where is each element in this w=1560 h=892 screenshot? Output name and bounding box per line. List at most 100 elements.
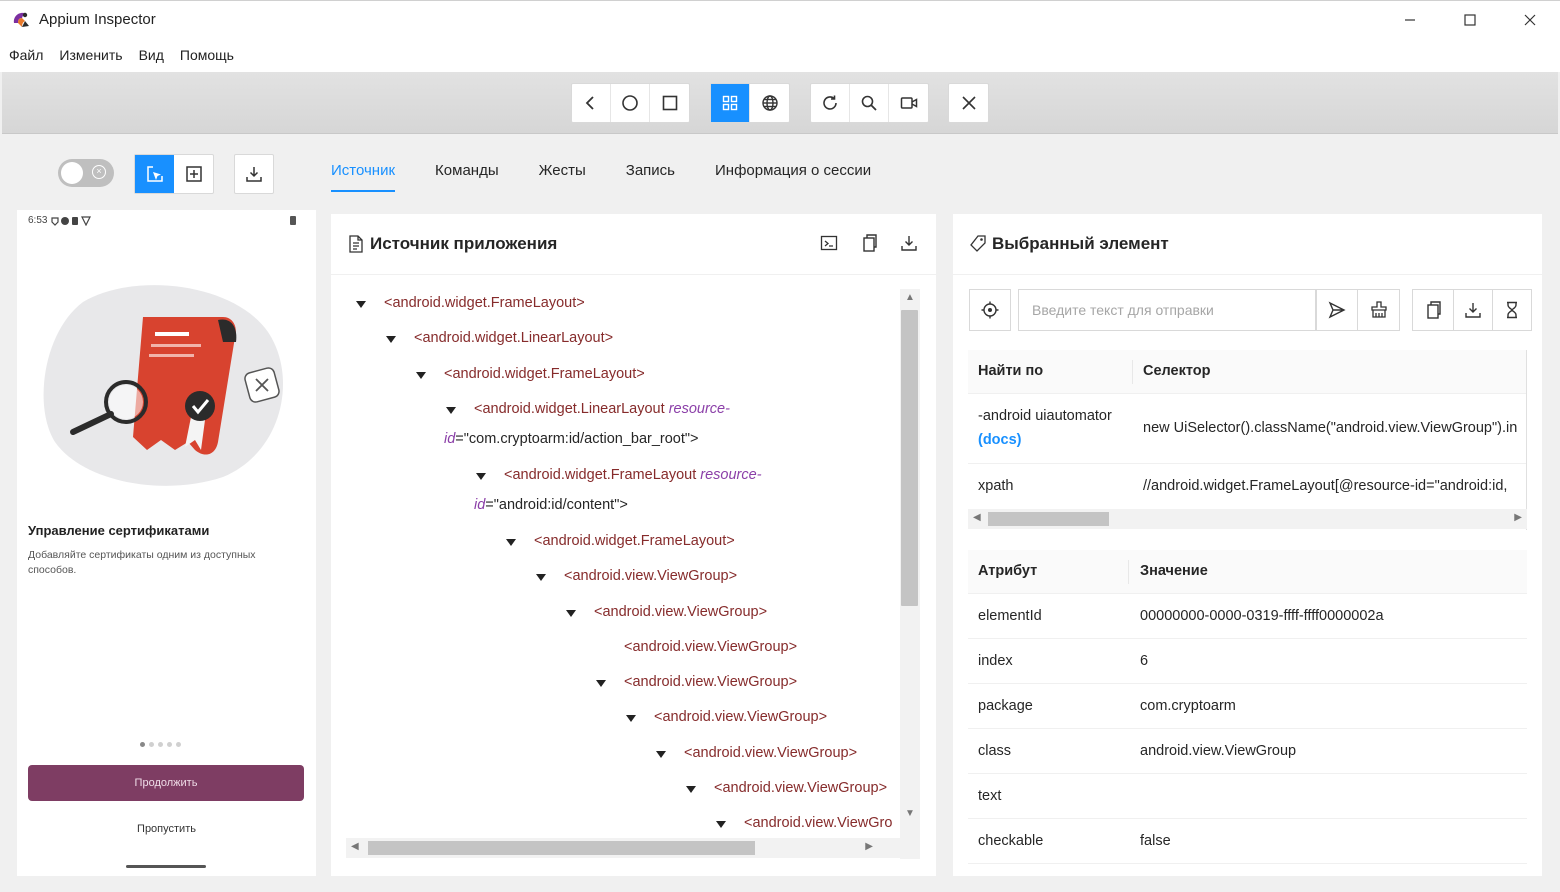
tree-node[interactable]: <android.view.ViewGroup> — [624, 674, 797, 690]
back-button[interactable] — [572, 84, 611, 122]
scroll-down-arrow[interactable]: ▼ — [905, 808, 915, 819]
tree-node[interactable]: <android.widget.FrameLayout resource- — [504, 467, 762, 483]
tree-node[interactable]: <android.view.ViewGroup> — [684, 745, 857, 761]
tree-node[interactable]: <android.widget.LinearLayout> — [414, 330, 613, 346]
timing-button[interactable] — [1493, 289, 1532, 331]
refresh-button[interactable] — [811, 84, 850, 122]
table-row[interactable]: -android uiautomator (docs) new UiSelect… — [968, 394, 1526, 464]
copy-attributes-button[interactable] — [1412, 289, 1454, 331]
attribute-row[interactable]: class android.view.ViewGroup — [968, 729, 1527, 774]
minimize-button[interactable] — [1380, 1, 1440, 39]
attribute-row[interactable]: package com.cryptoarm — [968, 684, 1527, 729]
tree-node[interactable]: <android.widget.FrameLayout> — [534, 533, 735, 549]
app-source-header: Источник приложения — [331, 214, 936, 275]
docs-link[interactable]: (docs) — [978, 432, 1022, 448]
maximize-button[interactable] — [1440, 1, 1500, 39]
expand-caret-icon[interactable] — [416, 371, 426, 379]
expand-caret-icon[interactable] — [596, 680, 606, 688]
screenshot-toggle[interactable]: × — [58, 159, 114, 187]
web-mode-button[interactable] — [750, 84, 789, 122]
source-vertical-scrollbar[interactable]: ▲ ▼ — [900, 289, 920, 859]
tab-recording[interactable]: Запись — [626, 156, 675, 194]
select-element-button[interactable] — [135, 155, 174, 193]
tree-node[interactable]: <android.widget.FrameLayout> — [384, 295, 585, 311]
attribute-value[interactable]: 6 — [1140, 653, 1148, 669]
scroll-left-arrow[interactable]: ◀ — [351, 841, 359, 852]
attribute-value[interactable]: 00000000-0000-0319-ffff-ffff0000002a — [1140, 608, 1384, 624]
scroll-right-arrow[interactable]: ▶ — [1514, 512, 1522, 523]
attribute-row[interactable]: text — [968, 774, 1527, 819]
attribute-row[interactable]: checkable false — [968, 819, 1527, 864]
tree-node[interactable]: <android.view.ViewGroup> — [594, 604, 767, 620]
expand-caret-icon[interactable] — [536, 574, 546, 582]
find-by-horizontal-scrollbar[interactable]: ◀ ▶ — [968, 509, 1527, 529]
tree-node[interactable]: <android.view.ViewGro — [744, 815, 892, 831]
tab-session-info[interactable]: Информация о сессии — [715, 156, 871, 194]
device-screenshot[interactable]: 6:53 Управление сертификатами Добавляйте… — [17, 210, 316, 876]
scrollbar-thumb[interactable] — [901, 310, 918, 606]
tree-node[interactable]: <android.widget.LinearLayout resource- — [474, 401, 730, 417]
download-icon[interactable] — [900, 234, 918, 252]
menu-edit[interactable]: Изменить — [59, 47, 122, 63]
selector-value[interactable]: new UiSelector().className("android.view… — [1143, 420, 1517, 436]
record-button[interactable] — [889, 84, 928, 122]
quit-session-button[interactable] — [949, 84, 988, 122]
expand-caret-icon[interactable] — [566, 609, 576, 617]
expand-caret-icon[interactable] — [476, 472, 486, 480]
phone-continue-button[interactable]: Продолжить — [28, 765, 304, 801]
attribute-row[interactable]: elementId 00000000-0000-0319-ffff-ffff000… — [968, 594, 1527, 639]
close-window-button[interactable] — [1500, 1, 1560, 39]
tree-node[interactable]: <android.view.ViewGroup> — [624, 639, 797, 655]
tree-node[interactable]: <android.widget.FrameLayout> — [444, 366, 645, 382]
tree-node[interactable]: <android.view.ViewGroup> — [564, 568, 737, 584]
expand-caret-icon[interactable] — [626, 715, 636, 723]
expand-caret-icon[interactable] — [716, 821, 726, 829]
scroll-left-arrow[interactable]: ◀ — [973, 512, 981, 523]
terminal-icon[interactable] — [820, 234, 838, 252]
expand-caret-icon[interactable] — [686, 786, 696, 793]
send-keys-button[interactable] — [1316, 289, 1358, 331]
selector-value[interactable]: //android.widget.FrameLayout[@resource-i… — [1143, 478, 1507, 494]
clear-element-button[interactable] — [1358, 289, 1400, 331]
expand-caret-icon[interactable] — [356, 301, 366, 308]
source-horizontal-scrollbar[interactable]: ◀ ▶ — [346, 838, 900, 858]
attribute-value[interactable]: com.cryptoarm — [1140, 698, 1236, 714]
menu-file[interactable]: Файл — [9, 47, 43, 63]
app-switch-button[interactable] — [650, 84, 689, 122]
selector-header: Селектор — [1143, 363, 1211, 379]
copy-icon[interactable] — [860, 234, 878, 252]
tab-source[interactable]: Источник — [331, 156, 396, 194]
tap-by-coordinates-button[interactable] — [174, 155, 213, 193]
expand-caret-icon[interactable] — [446, 406, 456, 414]
home-button[interactable] — [611, 84, 650, 122]
tree-node[interactable]: <android.view.ViewGroup> — [714, 780, 887, 796]
native-mode-button[interactable] — [711, 84, 750, 122]
tree-node[interactable]: <android.view.ViewGroup> — [654, 709, 827, 725]
expand-caret-icon[interactable] — [656, 750, 666, 758]
download-element-screenshot-button[interactable] — [1454, 289, 1493, 331]
expand-caret-icon[interactable] — [386, 336, 396, 344]
send-keys-input[interactable] — [1018, 289, 1316, 331]
tree-node-continuation[interactable]: id="android:id/content"> — [474, 497, 628, 513]
scrollbar-thumb[interactable] — [988, 512, 1109, 526]
attribute-row[interactable]: index 6 — [968, 639, 1527, 684]
main-toolbar — [2, 72, 1558, 134]
phone-skip-button[interactable]: Пропустить — [17, 823, 316, 835]
menu-help[interactable]: Помощь — [180, 47, 234, 63]
attribute-value[interactable]: false — [1140, 833, 1171, 849]
menu-view[interactable]: Вид — [139, 47, 164, 63]
send-icon — [1328, 301, 1346, 319]
device-nav-group — [571, 83, 690, 123]
scroll-up-arrow[interactable]: ▲ — [905, 292, 915, 303]
scroll-right-arrow[interactable]: ▶ — [865, 841, 873, 852]
tree-node-continuation[interactable]: id="com.cryptoarm:id/action_bar_root"> — [444, 431, 699, 447]
tab-gestures[interactable]: Жесты — [539, 156, 586, 194]
search-button[interactable] — [850, 84, 889, 122]
expand-caret-icon[interactable] — [506, 538, 516, 546]
tap-element-button[interactable] — [969, 289, 1011, 331]
scrollbar-thumb[interactable] — [368, 841, 755, 855]
table-row[interactable]: xpath //android.widget.FrameLayout[@reso… — [968, 464, 1526, 510]
tab-commands[interactable]: Команды — [435, 156, 499, 194]
download-screenshot-button[interactable] — [234, 154, 274, 194]
attribute-value[interactable]: android.view.ViewGroup — [1140, 743, 1296, 759]
